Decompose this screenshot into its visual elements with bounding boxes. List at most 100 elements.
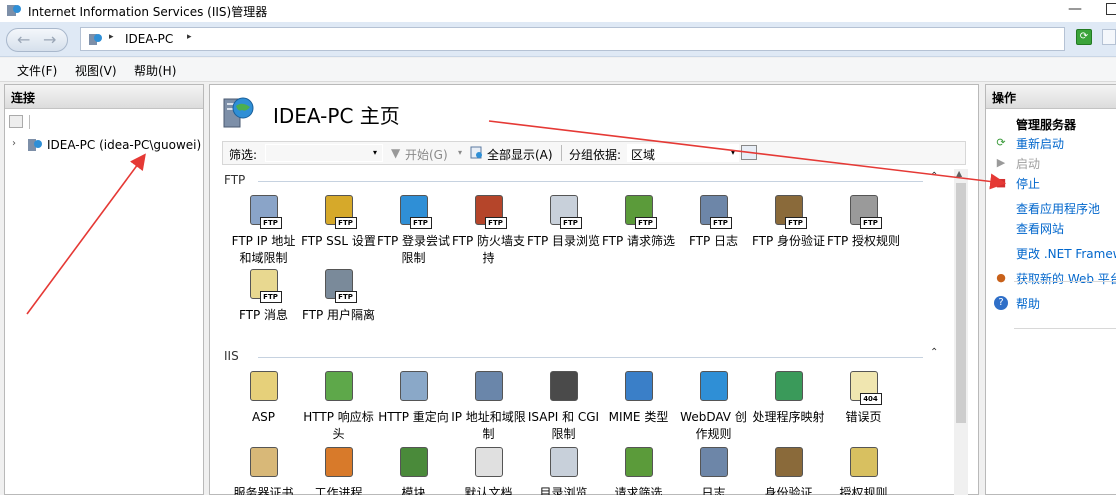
feature-label: ISAPI 和 CGI 限制 (527, 410, 600, 441)
action-item[interactable]: 查看应用程序池 (994, 200, 1116, 218)
action-label[interactable]: 停止 (1016, 175, 1040, 192)
feature-item[interactable]: WebDAV 创作规则 (676, 369, 751, 443)
group-title: FTP (224, 173, 246, 187)
icon-tag: FTP (559, 217, 582, 229)
collapse-icon[interactable]: ⌃ (930, 347, 938, 358)
filter-label: 筛选: (229, 148, 258, 162)
feature-item[interactable]: FTP FTP IP 地址和域限制 (226, 193, 301, 267)
feature-item[interactable]: 模块 (376, 445, 451, 495)
scrollbar-thumb[interactable] (956, 183, 966, 423)
feature-item[interactable]: 日志 (676, 445, 751, 495)
scroll-up-icon[interactable]: ▲ (956, 169, 962, 178)
action-label[interactable]: 重新启动 (1016, 135, 1064, 152)
address-breadcrumb-box[interactable]: ▸ IDEA-PC ▸ (80, 27, 1065, 51)
back-arrow-icon[interactable]: ← (17, 30, 30, 49)
action-item[interactable]: 查看网站 (994, 220, 1116, 238)
view-mode-icon[interactable] (741, 145, 757, 160)
connections-header: 连接 (5, 85, 203, 109)
feature-item[interactable]: HTTP 重定向 (376, 369, 451, 426)
address-extra-button[interactable] (1102, 29, 1116, 45)
menu-help[interactable]: 帮助(H) (134, 62, 176, 79)
create-connection-icon[interactable] (9, 115, 23, 128)
ftp-authentication-icon: FTP (771, 193, 807, 229)
group-header-ftp: FTP ⌃ (224, 171, 940, 189)
feature-item[interactable]: FTP FTP 用户隔离 (301, 267, 376, 324)
server-icon (28, 139, 42, 151)
feature-item[interactable]: 目录浏览 (526, 445, 601, 495)
feature-label: FTP 防火墙支持 (451, 234, 526, 265)
ftp-directory-browsing-icon: FTP (546, 193, 582, 229)
collapse-icon[interactable]: ⌃ (930, 171, 938, 182)
action-item[interactable]: ● 获取新的 Web 平台 (994, 270, 1116, 288)
start-filter-button[interactable]: 开始(G) (405, 146, 448, 163)
action-label[interactable]: 查看网站 (1016, 220, 1064, 237)
authentication-icon (771, 445, 807, 481)
menu-file[interactable]: 文件(F) (17, 62, 57, 79)
feature-label: 日志 (701, 486, 726, 495)
show-all-button[interactable]: 全部显示(A) (487, 146, 553, 163)
breadcrumb-idea-pc[interactable]: IDEA-PC (125, 32, 173, 46)
group-by-dropdown-icon[interactable]: ▾ (731, 148, 735, 157)
feature-label: 目录浏览 (539, 486, 588, 495)
breadcrumb-separator-icon[interactable]: ▸ (187, 32, 192, 42)
feature-item[interactable]: 授权规则 (826, 445, 901, 495)
group-divider (258, 181, 923, 182)
feature-item[interactable]: FTP FTP 目录浏览 (526, 193, 601, 250)
web-platform-icon: ● (996, 271, 1006, 284)
icon-body (549, 447, 578, 477)
feature-item[interactable]: 404 错误页 (826, 369, 901, 426)
maximize-icon[interactable] (1106, 3, 1116, 15)
feature-item[interactable]: FTP FTP 防火墙支持 (451, 193, 526, 267)
feature-item[interactable]: FTP FTP 日志 (676, 193, 751, 250)
icon-body (474, 447, 503, 477)
breadcrumb-separator-icon[interactable]: ▸ (109, 32, 114, 42)
icon-body (699, 371, 728, 401)
group-by-select[interactable]: 区域 (627, 144, 739, 162)
refresh-icon[interactable]: ⟳ (1076, 29, 1092, 45)
action-label[interactable]: 更改 .NET Framework (1016, 245, 1116, 262)
tree-node-idea-pc[interactable]: › IDEA-PC (idea-PC\guowei) (9, 137, 203, 155)
feature-item[interactable]: 请求筛选 (601, 445, 676, 495)
action-label[interactable]: 查看应用程序池 (1016, 200, 1100, 217)
vertical-scrollbar[interactable]: ▲ (954, 169, 968, 495)
filter-toolbar: 筛选: ▾ ▼ 开始(G) ▾ 全部显示(A) 分组依据: 区域 ▾ (222, 141, 966, 165)
feature-item[interactable]: 身份验证 (751, 445, 826, 495)
action-label[interactable]: 帮助 (1016, 295, 1040, 312)
feature-item[interactable]: 默认文档 (451, 445, 526, 495)
error-pages-icon: 404 (846, 369, 882, 405)
tree-node-label[interactable]: IDEA-PC (idea-PC\guowei) (47, 138, 201, 152)
expand-arrow-icon[interactable]: › (12, 138, 16, 149)
feature-item[interactable]: MIME 类型 (601, 369, 676, 426)
feature-item[interactable]: FTP FTP 授权规则 (826, 193, 901, 250)
feature-item[interactable]: FTP FTP 请求筛选 (601, 193, 676, 250)
forward-arrow-icon[interactable]: → (43, 30, 56, 49)
feature-item[interactable]: HTTP 响应标头 (301, 369, 376, 443)
feature-item[interactable]: 服务器证书 (226, 445, 301, 495)
feature-label: 处理程序映射 (752, 410, 825, 424)
action-item[interactable]: 更改 .NET Framework (994, 245, 1116, 263)
feature-item[interactable]: 工作进程 (301, 445, 376, 495)
icon-body (699, 447, 728, 477)
feature-item[interactable]: FTP FTP 登录尝试限制 (376, 193, 451, 267)
action-label[interactable]: 获取新的 Web 平台 (1016, 270, 1116, 287)
icon-body (324, 447, 353, 477)
icon-tag: FTP (334, 291, 357, 303)
filter-input[interactable] (265, 144, 383, 162)
action-item[interactable]: ■ 停止 (994, 175, 1116, 193)
minimize-icon[interactable]: — (1068, 0, 1082, 20)
feature-item[interactable]: ASP (226, 369, 301, 426)
action-item[interactable]: ? 帮助 (994, 295, 1116, 313)
feature-label: WebDAV 创作规则 (680, 410, 747, 441)
icon-body (399, 447, 428, 477)
menu-view[interactable]: 视图(V) (75, 62, 117, 79)
action-item[interactable]: ⟳ 重新启动 (994, 135, 1116, 153)
feature-item[interactable]: FTP FTP SSL 设置 (301, 193, 376, 250)
feature-item[interactable]: FTP FTP 身份验证 (751, 193, 826, 250)
filter-dropdown-icon[interactable]: ▾ (373, 148, 377, 157)
feature-item[interactable]: FTP FTP 消息 (226, 267, 301, 324)
feature-item[interactable]: IP 地址和域限制 (451, 369, 526, 443)
start-dropdown-icon[interactable]: ▾ (458, 148, 462, 157)
feature-item[interactable]: 处理程序映射 (751, 369, 826, 426)
feature-label: FTP 身份验证 (751, 234, 826, 248)
feature-item[interactable]: ISAPI 和 CGI 限制 (526, 369, 601, 443)
